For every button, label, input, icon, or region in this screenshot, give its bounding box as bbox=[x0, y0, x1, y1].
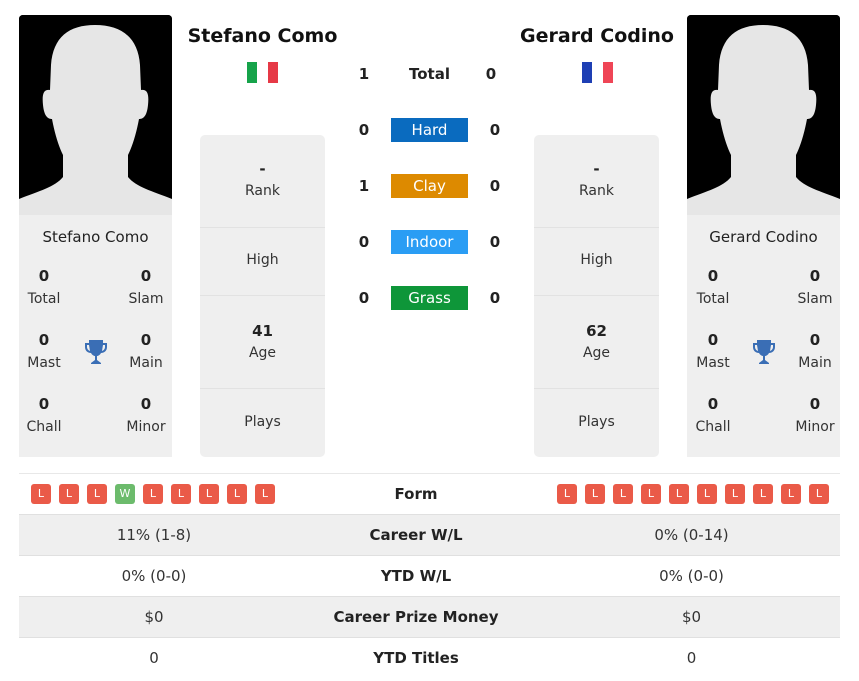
player2-form-result-loss[interactable]: L bbox=[781, 484, 801, 504]
avatar-silhouette-icon bbox=[687, 15, 840, 215]
player1-form-badges: LLLWLLLLL bbox=[31, 484, 275, 504]
player1-name-heading[interactable]: Stefano Como bbox=[172, 25, 353, 47]
player2-ytd-titles: 0 bbox=[686, 649, 697, 667]
h2h-clay-row: 1 Clay 0 bbox=[340, 174, 520, 198]
player2-total-titles: 0 Total bbox=[696, 267, 730, 307]
player1-form-result-loss[interactable]: L bbox=[59, 484, 79, 504]
form-label: Form bbox=[394, 485, 438, 503]
ytd-titles-label: YTD Titles bbox=[373, 649, 459, 667]
player1-high: High bbox=[200, 228, 325, 296]
player1-ytd-wl: 0% (0-0) bbox=[121, 567, 187, 585]
h2h-indoor-row: 0 Indoor 0 bbox=[340, 230, 520, 254]
player1-form-result-loss[interactable]: L bbox=[199, 484, 219, 504]
player1-masters-titles: 0 Mast bbox=[27, 331, 61, 371]
player1-form-result-loss[interactable]: L bbox=[171, 484, 191, 504]
player1-form-result-loss[interactable]: L bbox=[227, 484, 247, 504]
player1-minor-titles: 0 Minor bbox=[126, 395, 166, 435]
h2h-hard-row: 0 Hard 0 bbox=[340, 118, 520, 142]
player1-card-name: Stefano Como bbox=[42, 228, 149, 246]
player1-age: 41 Age bbox=[200, 296, 325, 389]
player1-career-wl: 11% (1-8) bbox=[116, 526, 192, 544]
player1-plays: Plays bbox=[244, 414, 281, 430]
player2-rank: - Rank bbox=[534, 135, 659, 228]
player2-slam-titles: 0 Slam bbox=[797, 267, 833, 307]
indoor-surface-badge[interactable]: Indoor bbox=[391, 230, 468, 254]
player2-form-result-loss[interactable]: L bbox=[725, 484, 745, 504]
player2-career-wl: 0% (0-14) bbox=[654, 526, 729, 544]
player2-masters-titles: 0 Mast bbox=[696, 331, 730, 371]
comparison-row-career-wl: 11% (1-8) Career W/L 0% (0-14) bbox=[19, 514, 840, 555]
player2-form-result-loss[interactable]: L bbox=[557, 484, 577, 504]
player1-form-result-loss[interactable]: L bbox=[255, 484, 275, 504]
italy-flag-icon bbox=[247, 62, 278, 83]
player1-slam-titles: 0 Slam bbox=[128, 267, 164, 307]
player1-form-result-loss[interactable]: L bbox=[31, 484, 51, 504]
player1-photo bbox=[19, 15, 172, 215]
player2-minor-titles: 0 Minor bbox=[795, 395, 835, 435]
player1-total-titles: 0 Total bbox=[27, 267, 61, 307]
h2h-grass-row: 0 Grass 0 bbox=[340, 286, 520, 310]
ytd-wl-label: YTD W/L bbox=[380, 567, 452, 585]
player1-challenger-titles: 0 Chall bbox=[26, 395, 62, 435]
hard-surface-badge[interactable]: Hard bbox=[391, 118, 468, 142]
player2-ytd-wl: 0% (0-0) bbox=[659, 567, 724, 585]
h2h-total-label: Total bbox=[409, 65, 450, 83]
player2-form-result-loss[interactable]: L bbox=[613, 484, 633, 504]
player2-info-box: - Rank High 62 Age Plays bbox=[534, 135, 659, 457]
h2h-total-row: 1 Total 0 bbox=[340, 62, 520, 86]
form-row: LLLWLLLLL Form LLLLLLLLLL bbox=[19, 473, 840, 514]
player1-main-titles: 0 Main bbox=[129, 331, 163, 371]
player2-photo bbox=[687, 15, 840, 215]
trophy-icon bbox=[84, 339, 108, 369]
comparison-row-ytd-titles: 0 YTD Titles 0 bbox=[19, 637, 840, 678]
comparison-row-prize-money: $0 Career Prize Money $0 bbox=[19, 596, 840, 637]
h2h-total-p2: 0 bbox=[485, 65, 497, 83]
player2-form-result-loss[interactable]: L bbox=[641, 484, 661, 504]
player1-form-result-win[interactable]: W bbox=[115, 484, 135, 504]
player1-rank: - Rank bbox=[200, 135, 325, 228]
player2-form-result-loss[interactable]: L bbox=[753, 484, 773, 504]
player2-form-result-loss[interactable]: L bbox=[809, 484, 829, 504]
player2-card-name: Gerard Codino bbox=[709, 228, 818, 246]
player2-plays: Plays bbox=[578, 414, 615, 430]
player2-form-result-loss[interactable]: L bbox=[669, 484, 689, 504]
player1-ytd-titles: 0 bbox=[149, 649, 159, 667]
player2-high: High bbox=[534, 228, 659, 296]
grass-surface-badge[interactable]: Grass bbox=[391, 286, 468, 310]
h2h-total-p1: 1 bbox=[358, 65, 370, 83]
player2-main-titles: 0 Main bbox=[798, 331, 832, 371]
player1-form-result-loss[interactable]: L bbox=[87, 484, 107, 504]
prize-money-label: Career Prize Money bbox=[333, 608, 499, 626]
trophy-icon bbox=[752, 339, 776, 369]
avatar-silhouette-icon bbox=[19, 15, 172, 215]
player1-form-result-loss[interactable]: L bbox=[143, 484, 163, 504]
france-flag-icon bbox=[582, 62, 613, 83]
comparison-row-ytd-wl: 0% (0-0) YTD W/L 0% (0-0) bbox=[19, 555, 840, 596]
player2-age: 62 Age bbox=[534, 296, 659, 389]
player1-info-box: - Rank High 41 Age Plays bbox=[200, 135, 325, 457]
career-wl-label: Career W/L bbox=[369, 526, 463, 544]
player2-form-result-loss[interactable]: L bbox=[697, 484, 717, 504]
player1-titles-card: Stefano Como 0 Total 0 Slam 0 Mast 0 Mai… bbox=[19, 215, 172, 457]
clay-surface-badge[interactable]: Clay bbox=[391, 174, 468, 198]
player1-prize-money: $0 bbox=[144, 608, 164, 626]
player2-titles-card: Gerard Codino 0 Total 0 Slam 0 Mast 0 Ma… bbox=[687, 215, 840, 457]
player2-prize-money: $0 bbox=[681, 608, 702, 626]
player2-form-result-loss[interactable]: L bbox=[585, 484, 605, 504]
player2-form-badges: LLLLLLLLLL bbox=[557, 484, 829, 504]
player2-challenger-titles: 0 Chall bbox=[695, 395, 731, 435]
player2-name-heading[interactable]: Gerard Codino bbox=[507, 25, 687, 47]
